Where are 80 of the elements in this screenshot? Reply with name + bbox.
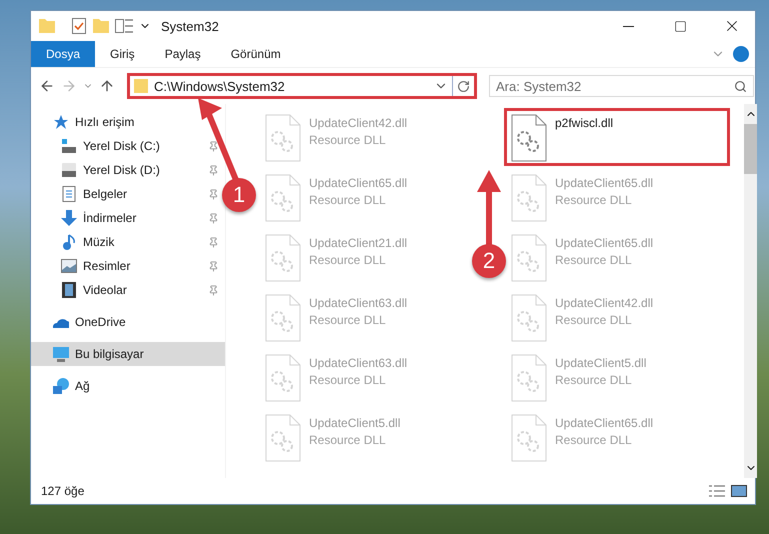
drive-icon: [61, 162, 77, 178]
details-view-icon[interactable]: [709, 485, 725, 497]
file-gears-icon: [511, 174, 547, 222]
file-gears-icon: [265, 294, 301, 342]
checklist-icon[interactable]: [71, 18, 87, 34]
file-gears-icon: [511, 234, 547, 282]
file-type: Resource DLL: [309, 313, 387, 327]
sidebar-item[interactable]: Müzik: [31, 230, 225, 254]
file-name: UpdateClient42.dll: [555, 296, 654, 310]
properties-icon[interactable]: [115, 19, 133, 33]
scrollbar[interactable]: [744, 104, 757, 478]
search-field[interactable]: Ara: System32: [489, 75, 754, 97]
file-name: UpdateClient63.dll: [309, 296, 408, 310]
file-gears-icon: [265, 354, 301, 402]
file-name: UpdateClient65.dll: [555, 176, 654, 190]
file-gears-icon: [265, 114, 301, 162]
sidebar-item[interactable]: Yerel Disk (D:): [31, 158, 225, 182]
ribbon-tab[interactable]: Giriş: [95, 41, 150, 67]
file-type: Resource DLL: [555, 193, 633, 207]
file-type: Resource DLL: [309, 193, 387, 207]
file-type: Resource DLL: [309, 373, 387, 387]
file-gears-icon: [265, 234, 301, 282]
ribbon-tab[interactable]: Dosya: [31, 41, 96, 67]
picture-icon: [61, 258, 77, 274]
ribbon-tab[interactable]: Görünüm: [216, 41, 296, 67]
file-type: Resource DLL: [309, 133, 387, 147]
file-gears-icon: [511, 114, 547, 162]
ribbon-tab[interactable]: Paylaş: [150, 41, 216, 67]
arrow-right-icon: [61, 78, 77, 94]
document-icon: [61, 186, 77, 202]
file-name: UpdateClient65.dll: [309, 176, 408, 190]
sidebar-item[interactable]: İndirmeler: [31, 206, 225, 230]
file-item[interactable]: p2fwiscl.dll: [504, 108, 730, 166]
film-icon: [61, 282, 77, 298]
network-icon: [53, 378, 69, 394]
file-gears-icon: [511, 354, 547, 402]
refresh-icon: [457, 80, 470, 92]
file-type: Resource DLL: [555, 313, 633, 327]
thumbnail-view-icon[interactable]: [731, 485, 747, 497]
file-name: UpdateClient42.dll: [309, 116, 408, 130]
file-name: UpdateClient21.dll: [309, 236, 408, 250]
file-type: Resource DLL: [309, 253, 387, 267]
file-gears-icon: [265, 414, 301, 462]
file-name: p2fwiscl.dll: [555, 116, 614, 130]
window-title: System32: [161, 18, 220, 34]
item-count: 127 öğe: [41, 484, 86, 498]
back-button[interactable]: [39, 78, 55, 94]
download-arrow-icon: [61, 210, 77, 226]
file-gears-icon: [265, 174, 301, 222]
sidebar-item[interactable]: Yerel Disk (C:): [31, 134, 225, 158]
folder-icon: [39, 19, 55, 33]
file-name: UpdateClient5.dll: [555, 356, 646, 370]
sidebar-item[interactable]: Hızlı erişim: [31, 110, 225, 134]
file-name: UpdateClient65.dll: [555, 416, 654, 430]
file-type: Resource DLL: [309, 433, 387, 447]
music-note-icon: [61, 234, 77, 250]
file-type: Resource DLL: [555, 433, 633, 447]
file-name: UpdateClient63.dll: [309, 356, 408, 370]
file-type: Resource DLL: [555, 253, 633, 267]
sidebar-item[interactable]: Ağ: [31, 374, 225, 398]
star-icon: [53, 114, 69, 130]
file-type: Resource DLL: [555, 373, 633, 387]
sidebar-item[interactable]: OneDrive: [31, 310, 225, 334]
file-name: UpdateClient5.dll: [309, 416, 400, 430]
address-field[interactable]: C:\Windows\System32: [127, 73, 477, 99]
file-gears-icon: [511, 414, 547, 462]
file-gears-icon: [511, 294, 547, 342]
maximize-icon: [674, 20, 686, 32]
sidebar-item[interactable]: Videolar: [31, 278, 225, 302]
file-name: UpdateClient65.dll: [555, 236, 654, 250]
search-icon[interactable]: [734, 80, 747, 92]
scroll-thumb[interactable]: [744, 124, 757, 174]
up-button[interactable]: [99, 78, 115, 94]
drive-icon: [61, 138, 77, 154]
help-icon[interactable]: [733, 46, 749, 62]
monitor-icon: [53, 346, 69, 362]
folder-icon: [134, 79, 148, 93]
sidebar-item[interactable]: Belgeler: [31, 182, 225, 206]
sidebar-item[interactable]: Bu bilgisayar: [31, 342, 225, 366]
sidebar-item[interactable]: Resimler: [31, 254, 225, 278]
